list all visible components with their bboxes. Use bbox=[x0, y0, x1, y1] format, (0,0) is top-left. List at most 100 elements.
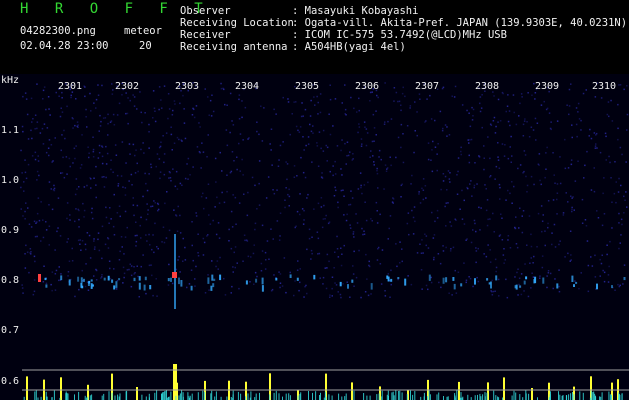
noise-dot bbox=[530, 233, 532, 236]
noise-dot bbox=[76, 188, 78, 190]
noise-bar bbox=[561, 395, 563, 400]
noise-dot bbox=[363, 121, 366, 123]
noise-dot bbox=[302, 223, 305, 225]
noise-dot bbox=[326, 267, 328, 269]
noise-dot bbox=[135, 149, 137, 151]
noise-dot bbox=[123, 276, 125, 279]
noise-dot bbox=[334, 173, 337, 175]
noise-bar bbox=[562, 395, 564, 400]
noise-dot bbox=[216, 196, 218, 199]
noise-dot bbox=[279, 212, 282, 214]
noise-bar bbox=[497, 396, 499, 400]
noise-dot bbox=[349, 296, 351, 298]
noise-dot bbox=[607, 274, 610, 276]
noise-dot bbox=[53, 184, 55, 187]
noise-dot bbox=[568, 88, 571, 91]
noise-dot bbox=[473, 219, 476, 222]
noise-dot bbox=[86, 232, 89, 234]
noise-dot bbox=[273, 192, 276, 195]
noise-dot bbox=[182, 237, 184, 240]
noise-dot bbox=[130, 173, 133, 176]
noise-dot bbox=[407, 275, 409, 277]
noise-dot bbox=[331, 276, 334, 278]
noise-dot bbox=[489, 157, 491, 160]
echo-trace bbox=[245, 280, 248, 285]
echo-trace bbox=[190, 285, 193, 291]
noise-dot bbox=[377, 187, 379, 189]
noise-dot bbox=[565, 192, 567, 194]
noise-dot bbox=[370, 218, 372, 220]
noise-dot bbox=[198, 122, 200, 124]
noise-bar bbox=[53, 390, 55, 400]
noise-dot bbox=[608, 265, 610, 268]
noise-dot bbox=[376, 259, 379, 261]
noise-dot bbox=[25, 98, 28, 100]
noise-dot bbox=[93, 102, 95, 104]
noise-dot bbox=[465, 281, 467, 284]
noise-dot bbox=[546, 275, 548, 277]
noise-dot bbox=[376, 222, 379, 224]
noise-dot bbox=[332, 165, 334, 167]
noise-dot bbox=[336, 145, 339, 147]
noise-dot bbox=[272, 189, 274, 191]
noise-dot bbox=[335, 284, 338, 286]
noise-dot bbox=[395, 243, 397, 245]
noise-dot bbox=[57, 197, 60, 199]
noise-dot bbox=[526, 184, 529, 187]
noise-dot bbox=[165, 237, 168, 239]
noise-dot bbox=[442, 245, 444, 247]
noise-dot bbox=[544, 230, 546, 232]
noise-dot bbox=[113, 124, 116, 126]
noise-dot bbox=[287, 101, 290, 103]
noise-bar bbox=[460, 392, 462, 400]
noise-dot bbox=[317, 101, 319, 104]
noise-dot bbox=[84, 86, 86, 88]
noise-dot bbox=[133, 266, 135, 268]
noise-dot bbox=[109, 277, 112, 280]
antenna-label: Receiving antenna bbox=[180, 41, 288, 53]
noise-dot bbox=[284, 199, 286, 201]
noise-dot bbox=[440, 188, 442, 191]
noise-dot bbox=[184, 177, 187, 180]
noise-dot bbox=[470, 138, 473, 141]
noise-dot bbox=[540, 183, 542, 186]
noise-dot bbox=[480, 107, 483, 109]
noise-dot bbox=[163, 241, 166, 244]
noise-dot bbox=[343, 195, 345, 197]
noise-dot bbox=[341, 174, 343, 176]
noise-dot bbox=[590, 256, 592, 258]
echo-trace bbox=[115, 281, 118, 288]
noise-dot bbox=[133, 214, 135, 217]
noise-dot bbox=[279, 235, 281, 237]
noise-bar bbox=[211, 390, 213, 400]
noise-dot bbox=[497, 159, 500, 161]
noise-dot bbox=[221, 170, 223, 172]
noise-dot bbox=[499, 120, 502, 122]
noise-dot bbox=[85, 116, 87, 118]
noise-dot bbox=[590, 189, 593, 191]
noise-bar bbox=[273, 392, 275, 400]
noise-dot bbox=[495, 270, 497, 273]
noise-dot bbox=[468, 154, 470, 157]
echo-trace bbox=[370, 283, 373, 290]
noise-dot bbox=[519, 102, 521, 105]
noise-dot bbox=[140, 265, 142, 268]
noise-dot bbox=[483, 157, 485, 159]
noise-bar bbox=[202, 390, 204, 400]
noise-dot bbox=[214, 157, 217, 160]
noise-dot bbox=[135, 221, 137, 223]
noise-dot bbox=[562, 212, 565, 214]
noise-dot bbox=[623, 195, 625, 198]
noise-dot bbox=[254, 184, 256, 187]
noise-bar bbox=[427, 396, 428, 400]
noise-dot bbox=[346, 281, 348, 283]
noise-dot bbox=[384, 164, 387, 166]
noise-dot bbox=[413, 151, 415, 154]
noise-dot bbox=[59, 115, 62, 118]
echo-trace bbox=[289, 274, 292, 278]
noise-dot bbox=[282, 96, 284, 99]
noise-dot bbox=[326, 146, 329, 149]
noise-dot bbox=[541, 230, 543, 233]
noise-dot bbox=[102, 117, 105, 119]
noise-dot bbox=[160, 99, 162, 101]
